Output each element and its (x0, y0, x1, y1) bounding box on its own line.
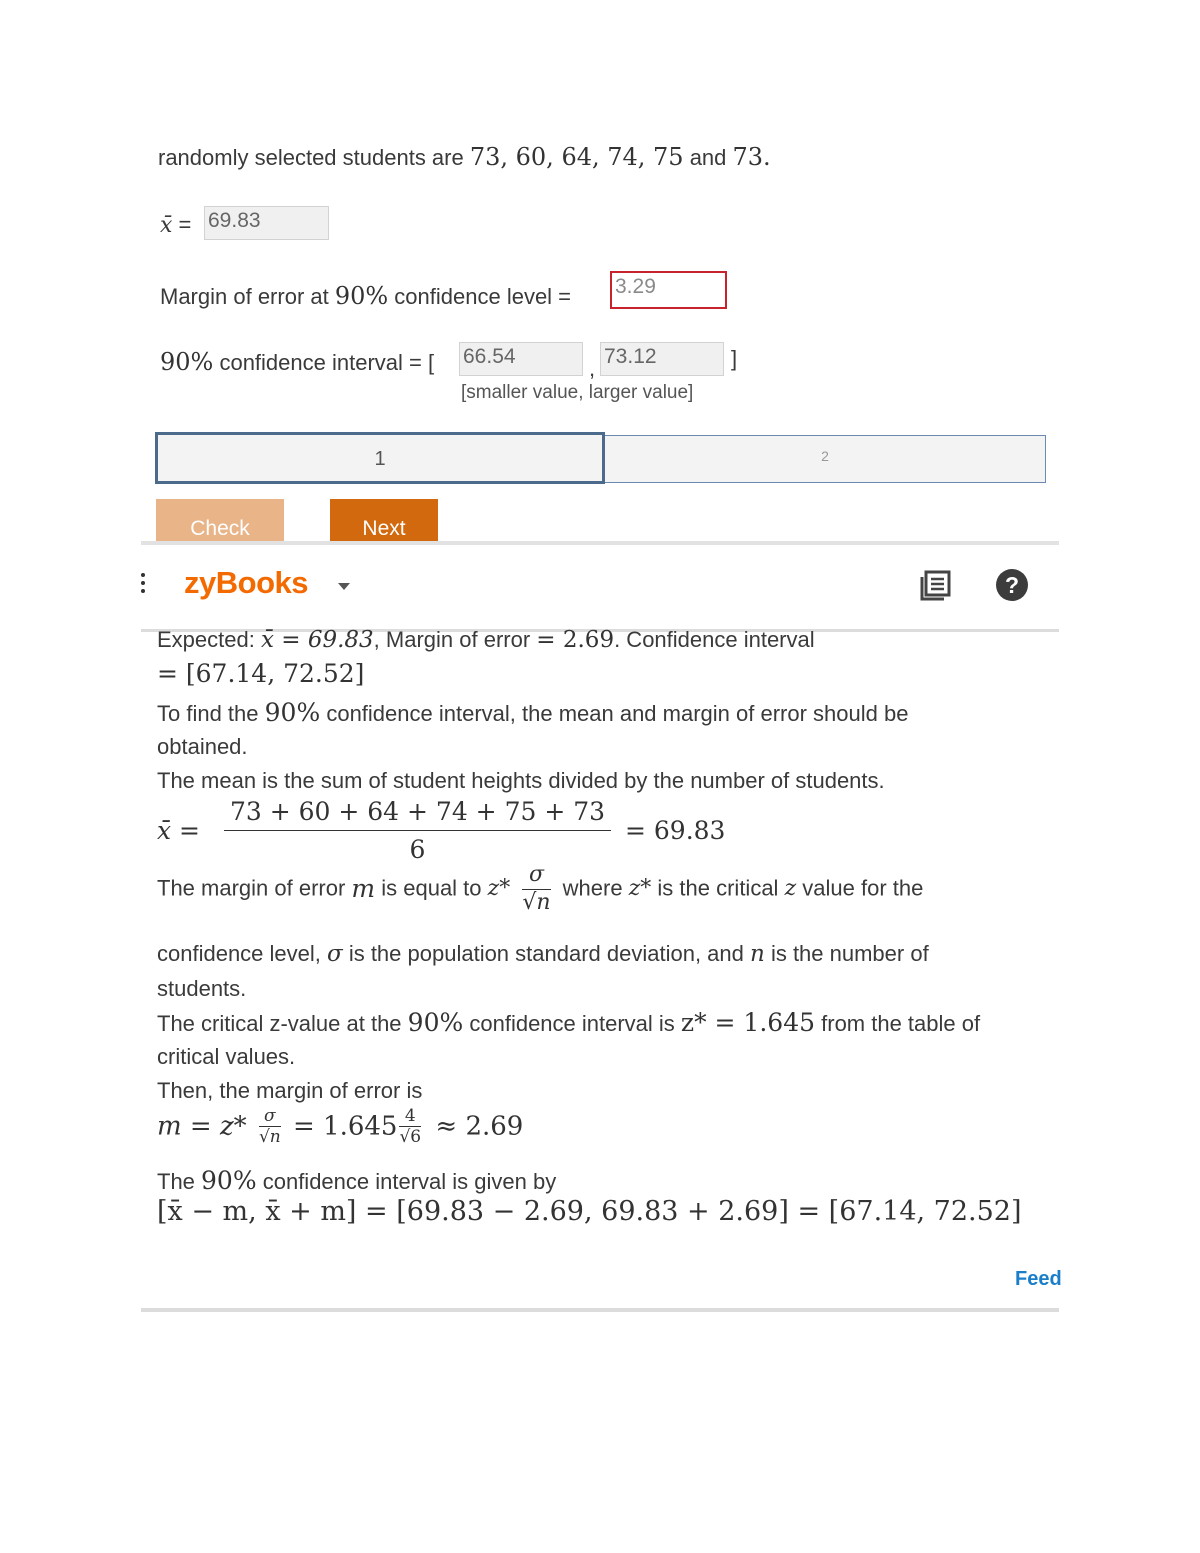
moe-def-b: is equal to (375, 875, 488, 901)
moe-sqrt-n: √n (522, 890, 551, 915)
crit-z: z* = 1.645 (680, 1008, 816, 1037)
moe-label-pre: Margin of error at (160, 284, 335, 309)
panel-bottom-divider (141, 1308, 1059, 1312)
question-intro: randomly selected students are 73, 60, 6… (158, 143, 771, 171)
ci-lower-input[interactable]: 66.54 (459, 342, 583, 376)
line1a: To find the (157, 701, 265, 726)
check-button[interactable]: Check (156, 499, 284, 543)
critical-line: The critical z-value at the 90% confiden… (157, 1008, 980, 1037)
brand-logo[interactable]: zyBooks (184, 565, 308, 601)
line1b: confidence interval, the mean and margin… (320, 701, 909, 726)
crit-b: confidence interval is (463, 1011, 681, 1036)
moe-fraction: σ √n (522, 862, 551, 915)
moe-zstar-2: z* (628, 876, 652, 901)
moe-calculation: m = z* σ √n = 1.645 4 √6 ≈ 2.69 (157, 1106, 523, 1147)
moe-percent: 90% (334, 282, 389, 310)
then-line: Then, the margin of error is (157, 1078, 423, 1103)
ci-given-line: The 90% confidence interval is given by (157, 1166, 556, 1195)
moe-zstar: z* (487, 876, 511, 901)
confidence-level-line: confidence level, σ is the population st… (157, 941, 929, 967)
critical-values-line: critical values. (157, 1044, 296, 1069)
question-icon[interactable]: ? (996, 569, 1028, 601)
mean-row: x̄ = (160, 212, 191, 238)
ci-percent: 90% (160, 348, 214, 376)
moe-definition: The margin of error m is equal to z* σ √… (157, 862, 923, 915)
moe-row: Margin of error at 90% confidence level … (160, 282, 571, 310)
next-button[interactable]: Next (330, 499, 438, 543)
moe-m: m (351, 874, 376, 903)
ci-hint: [smaller value, larger value] (461, 382, 694, 403)
intro-text: randomly selected students are (158, 145, 470, 170)
vertical-dots-icon[interactable] (141, 573, 147, 593)
intro-values: 73, 60, 64, 74, 75 (469, 143, 684, 171)
ci-label: confidence interval = [ (213, 350, 435, 375)
mean-symbol: x̄ (160, 213, 173, 238)
app-header: zyBooks ? (141, 545, 1059, 632)
calc-lhs: m = z* (157, 1111, 247, 1142)
mean-eq-lhs: x̄ = (157, 816, 200, 845)
calc-sqrt-6: √6 (399, 1127, 422, 1147)
ci-line-pct: 90% (201, 1166, 257, 1195)
moe-def-a: The margin of error (157, 875, 352, 901)
solution-line-2: obtained. (157, 734, 248, 759)
cl-b: is the population standard deviation, an… (342, 941, 750, 966)
mean-equals: = (172, 212, 192, 237)
mean-equation: x̄ = 73 + 60 + 64 + 74 + 75 + 73 6 = 69.… (157, 797, 725, 864)
expected-ci: = [67.14, 72.52] (157, 659, 365, 688)
intro-last-value: 73. (732, 143, 771, 171)
cl-c: is the number of (764, 941, 929, 966)
line1-pct: 90% (264, 698, 321, 727)
ci-upper-input[interactable]: 73.12 (600, 342, 724, 376)
mean-numerator: 73 + 60 + 64 + 74 + 75 + 73 (223, 797, 612, 831)
mean-eq-rhs: = 69.83 (624, 816, 726, 845)
calc-fraction-1: σ √n (258, 1106, 281, 1147)
calc-rhs: ≈ 2.69 (435, 1111, 524, 1142)
moe-def-e: value for the (796, 875, 924, 901)
moe-sigma: σ (522, 862, 551, 890)
expected-line: Expected: x̄ = 69.83, Margin of error = … (157, 627, 815, 653)
calc-sigma: σ (258, 1106, 281, 1127)
ci-comma: , (589, 356, 596, 381)
tab-2[interactable]: 2 (605, 435, 1046, 483)
moe-label-post: confidence level = (388, 284, 572, 309)
moe-input[interactable]: 3.29 (610, 271, 727, 309)
mean-denominator: 6 (409, 835, 426, 864)
moe-def-d: is the critical (651, 875, 785, 901)
expected-pre: Expected: (157, 627, 261, 652)
expected-moe: = 2.69 (536, 627, 615, 653)
calc-fraction-2: 4 √6 (399, 1106, 422, 1147)
feedback-link[interactable]: Feed (1015, 1268, 1062, 1291)
ci-final-equation: [x̄ − m, x̄ + m] = [69.83 − 2.69, 69.83 … (157, 1196, 1022, 1227)
calc-eq: = 1.645 (292, 1111, 398, 1142)
mean-fraction: 73 + 60 + 64 + 74 + 75 + 73 6 (223, 797, 612, 864)
cl-a: confidence level, (157, 941, 327, 966)
solution-line-1: To find the 90% confidence interval, the… (157, 698, 908, 727)
expected-mid: , Margin of error (373, 627, 537, 652)
book-icon[interactable] (920, 569, 952, 606)
crit-c: from the table of (815, 1011, 981, 1036)
students-line: students. (157, 976, 247, 1001)
calc-sqrt-n: √n (258, 1127, 281, 1147)
ci-line-a: The (157, 1169, 202, 1194)
expected-post: . Confidence interval (614, 627, 815, 652)
cl-n: n (750, 941, 765, 967)
ci-line-b: confidence interval is given by (256, 1169, 557, 1194)
calc-four: 4 (399, 1106, 422, 1127)
mean-input[interactable]: 69.83 (204, 206, 329, 240)
cl-sigma: σ (327, 941, 343, 967)
moe-z: z (784, 876, 797, 901)
crit-pct: 90% (407, 1008, 464, 1037)
ci-close-bracket: ] (731, 346, 738, 371)
tab-1[interactable]: 1 (155, 432, 605, 484)
solution-line-3: The mean is the sum of student heights d… (157, 768, 885, 793)
intro-and: and (683, 145, 733, 170)
crit-a: The critical z-value at the (157, 1011, 408, 1036)
caret-down-icon[interactable] (338, 583, 350, 590)
moe-def-c: where (556, 875, 629, 901)
expected-mean: x̄ = 69.83 (260, 627, 374, 653)
ci-row: 90% confidence interval = [ (160, 348, 434, 376)
